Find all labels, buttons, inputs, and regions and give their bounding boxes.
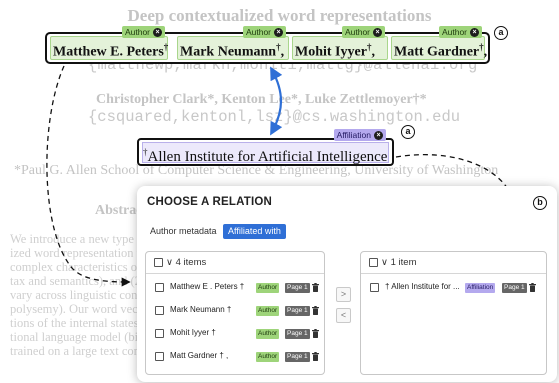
item-checkbox[interactable] — [155, 329, 164, 338]
right-entity-list: ∨ 1 item † Allen Institute for ... Affil… — [360, 251, 547, 375]
item-checkbox[interactable] — [155, 352, 164, 361]
author-name-4: Matt Gardner†, — [394, 34, 487, 60]
chevron-down-icon[interactable]: ∨ — [381, 257, 388, 268]
affiliation-text: †Allen Institute for Artificial Intellig… — [143, 142, 387, 167]
list-item[interactable]: Mohit Iyyer † Author Page 1 — [146, 323, 324, 345]
item-label: Matt Gardner † , — [170, 351, 229, 360]
author-name-2: Mark Neumann†, — [180, 34, 284, 60]
paper-second-emails: {csquared,kentonl,lsz}@cs.washington.edu — [88, 108, 461, 126]
arrow-right-icon: > — [340, 289, 347, 299]
author-suffix: , — [280, 44, 285, 60]
affiliation-annotation-box: †Allen Institute for Artificial Intellig… — [137, 129, 394, 167]
tab-author-metadata[interactable]: Author metadata — [145, 224, 222, 239]
paper-title: Deep contextualized word representations — [127, 6, 432, 25]
author-annotation-box: Author × Matthew E. Peters† Author × Mar… — [45, 26, 490, 64]
right-list-count-text: 1 item — [390, 257, 417, 268]
left-list-count-text: 4 items — [175, 257, 207, 268]
item-checkbox[interactable] — [155, 306, 164, 315]
trash-icon[interactable] — [529, 283, 536, 292]
list-item[interactable]: Mark Neumann † Author Page 1 — [146, 300, 324, 322]
item-label: Mohit Iyyer † — [170, 328, 216, 337]
author-name-text: Matthew E. Peters — [53, 44, 164, 60]
item-checkbox[interactable] — [155, 283, 164, 292]
author-name-3: Mohit Iyyer†, — [295, 34, 375, 60]
right-list-count: ∨ 1 item — [381, 257, 416, 268]
move-right-button[interactable]: > — [336, 287, 351, 302]
trash-icon[interactable] — [312, 283, 319, 292]
left-entity-list: ∨ 4 items Matthew E . Peters † Author Pa… — [145, 251, 325, 375]
select-all-checkbox[interactable] — [154, 258, 163, 267]
author-name-1: Matthew E. Peters† — [53, 34, 168, 60]
dagger-mark: † — [163, 42, 169, 52]
author-suffix: , — [483, 44, 488, 60]
author-pill: Author — [256, 283, 280, 293]
affiliation-name: Allen Institute for Artificial Intellige… — [147, 149, 388, 165]
item-label: Mark Neumann † — [170, 305, 232, 314]
item-checkbox[interactable] — [370, 283, 379, 292]
page-pill: Page 1 — [285, 352, 310, 362]
list-item[interactable]: Matt Gardner † , Author Page 1 — [146, 346, 324, 368]
move-left-button[interactable]: < — [336, 308, 351, 323]
select-all-checkbox[interactable] — [369, 258, 378, 267]
arrow-left-icon: < — [340, 310, 347, 320]
list-item[interactable]: † Allen Institute for ... Affiliation Pa… — [361, 277, 546, 299]
item-label: † Allen Institute for ... — [385, 282, 460, 291]
author-suffix: , — [371, 44, 375, 60]
chevron-down-icon[interactable]: ∨ — [166, 257, 173, 268]
callout-marker-b: b — [533, 196, 547, 210]
author-name-text: Matt Gardner — [394, 44, 480, 60]
tab-affiliated-with[interactable]: Affiliated with — [223, 224, 286, 239]
affiliation-pill: Affiliation — [465, 283, 496, 293]
trash-icon[interactable] — [312, 352, 319, 361]
author-name-text: Mark Neumann — [180, 44, 277, 60]
callout-marker-a: a — [494, 26, 508, 40]
trash-icon[interactable] — [312, 306, 319, 315]
page-pill: Page 1 — [285, 306, 310, 316]
list-item[interactable]: Matthew E . Peters † Author Page 1 — [146, 277, 324, 299]
author-pill: Author — [256, 306, 280, 316]
callout-marker-a-2: a — [401, 125, 415, 139]
trash-icon[interactable] — [312, 329, 319, 338]
left-list-count: ∨ 4 items — [166, 257, 206, 268]
page-pill: Page 1 — [502, 283, 527, 293]
author-pill: Author — [256, 329, 280, 339]
affiliation-tag: Affiliation × — [333, 129, 386, 141]
paper-second-authors: Christopher Clark*, Kenton Lee*, Luke Ze… — [96, 92, 427, 107]
page-pill: Page 1 — [285, 329, 310, 339]
dialog-title: CHOOSE A RELATION — [147, 196, 273, 208]
right-list-header: ∨ 1 item — [361, 252, 546, 274]
close-icon[interactable]: × — [374, 130, 383, 140]
left-list-header: ∨ 4 items — [146, 252, 324, 274]
item-label: Matthew E . Peters † — [170, 282, 245, 291]
author-name-text: Mohit Iyyer — [295, 44, 367, 60]
page-pill: Page 1 — [285, 283, 310, 293]
affiliation-tag-label: Affiliation — [336, 130, 371, 140]
choose-relation-dialog: CHOOSE A RELATION b Author metadata Affi… — [137, 186, 557, 382]
author-pill: Author — [256, 352, 280, 362]
